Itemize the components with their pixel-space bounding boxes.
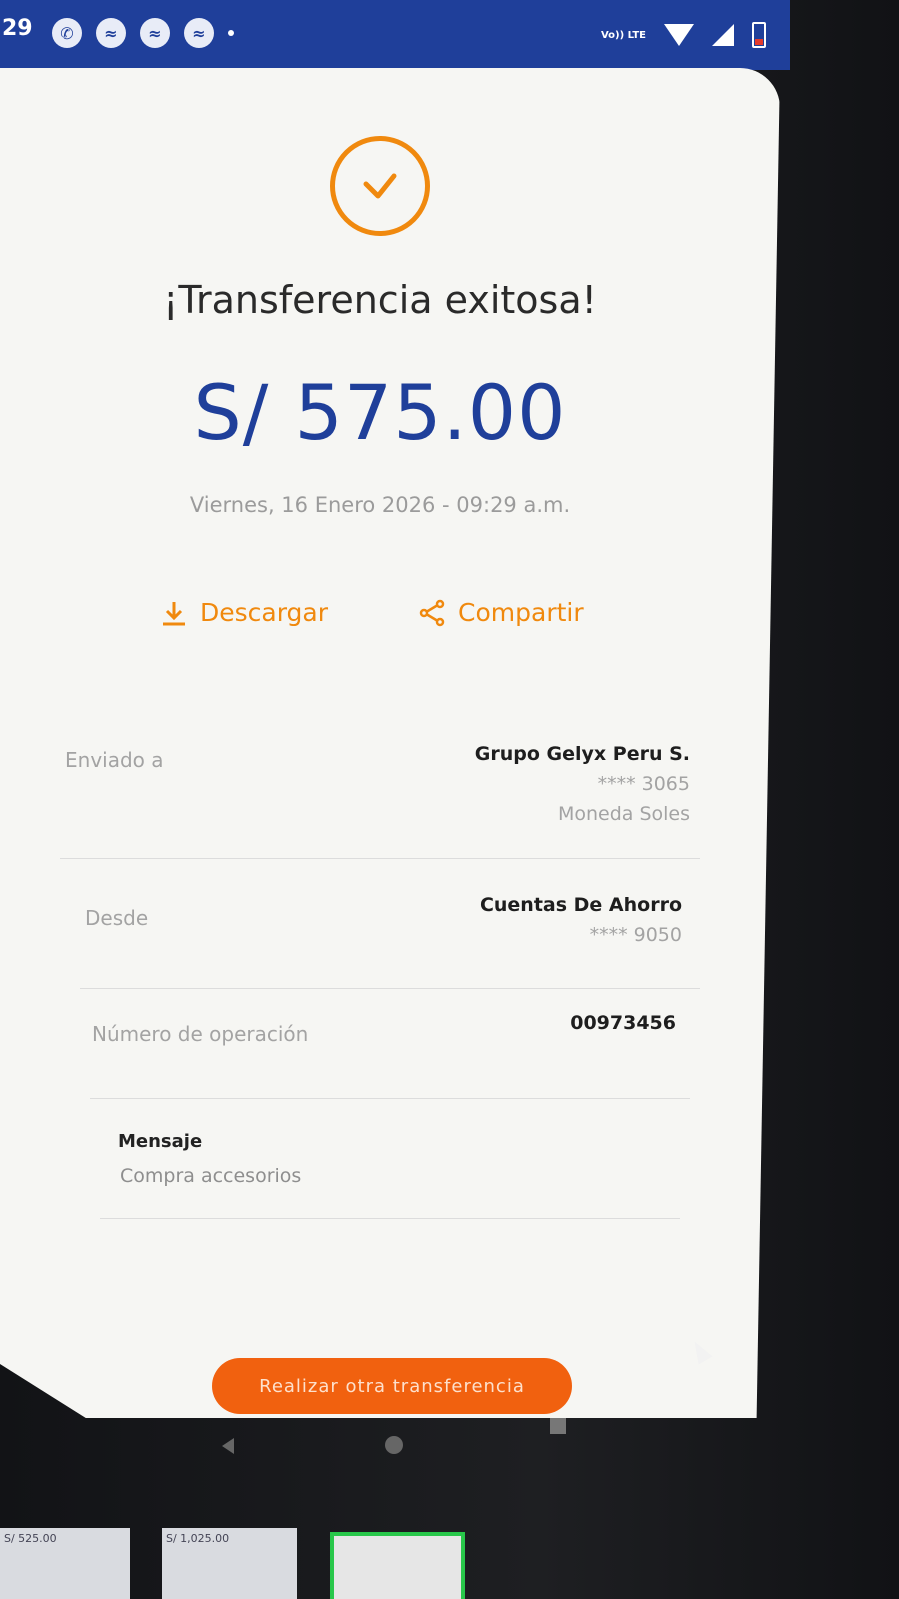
- from-account-type: Cuentas De Ahorro: [479, 894, 682, 916]
- from-values: Cuentas De Ahorro **** 9050: [480, 894, 682, 946]
- detail-from: Desde Cuentas De Ahorro **** 9050: [80, 868, 700, 989]
- photo-frame: 29 ✆ ≈ ≈ ≈ Vo)) LTE ¡Transferencia exito…: [0, 0, 899, 1599]
- thumbnail-item-selected[interactable]: [330, 1532, 465, 1599]
- sent-to-label: Enviado a: [65, 748, 164, 772]
- sent-to-values: Grupo Gelyx Peru S. **** 3065 Moneda Sol…: [475, 743, 690, 825]
- success-check-icon: [330, 136, 430, 236]
- thumbnail-caption: S/ 525.00: [4, 1532, 57, 1545]
- messenger-icon: ≈: [140, 18, 170, 48]
- thumbnail-caption: S/ 1,025.00: [166, 1532, 230, 1545]
- recipient-currency: Moneda Soles: [557, 803, 690, 825]
- share-icon: [419, 599, 445, 626]
- recipient-account: **** 3065: [597, 773, 690, 795]
- back-icon[interactable]: [222, 1438, 234, 1454]
- notification-icons: ✆ ≈ ≈ ≈: [52, 18, 234, 48]
- detail-sent-to: Enviado a Grupo Gelyx Peru S. **** 3065 …: [60, 728, 700, 859]
- download-label: Descargar: [200, 598, 329, 627]
- from-account: **** 9050: [589, 924, 682, 946]
- message-label: Mensaje: [118, 1131, 203, 1152]
- system-icons: Vo)) LTE: [601, 22, 766, 48]
- recipient-name: Grupo Gelyx Peru S.: [474, 743, 690, 765]
- wifi-icon: [664, 24, 694, 46]
- android-nav-bar: [0, 1418, 780, 1498]
- download-icon: [163, 601, 185, 625]
- thumbnail-strip: S/ 525.00 S/ 1,025.00: [0, 1518, 899, 1599]
- volte-icon: Vo)) LTE: [600, 29, 646, 41]
- signal-icon: [712, 24, 734, 46]
- from-label: Desde: [85, 906, 149, 930]
- operation-label: Número de operación: [92, 1022, 309, 1046]
- share-button[interactable]: Compartir: [418, 598, 584, 627]
- message-text: Compra accesorios: [120, 1165, 302, 1187]
- receipt-actions: Descargar Compartir: [160, 598, 584, 627]
- messenger-icon: ≈: [96, 18, 126, 48]
- receipt-screen: ¡Transferencia exitosa! S/ 575.00 Vierne…: [0, 68, 780, 1418]
- battery-icon: [752, 22, 766, 48]
- detail-operation: Número de operación 00973456: [90, 998, 690, 1099]
- operation-number: 00973456: [570, 1012, 676, 1034]
- download-button[interactable]: Descargar: [160, 598, 328, 627]
- page-title: ¡Transferencia exitosa!: [163, 278, 597, 322]
- transfer-amount: S/ 575.00: [193, 368, 567, 457]
- thumbnail-item[interactable]: S/ 525.00: [0, 1528, 130, 1599]
- status-time: 29: [2, 16, 33, 41]
- new-transfer-button[interactable]: Realizar otra transferencia: [212, 1358, 572, 1414]
- status-bar: 29 ✆ ≈ ≈ ≈ Vo)) LTE: [0, 0, 790, 70]
- share-label: Compartir: [458, 598, 584, 627]
- detail-message: Mensaje Compra accesorios: [100, 1113, 680, 1219]
- home-icon[interactable]: [385, 1436, 403, 1454]
- more-notifications-dot: [228, 30, 234, 36]
- whatsapp-icon: ✆: [52, 18, 82, 48]
- recent-apps-icon[interactable]: [550, 1418, 566, 1434]
- messenger-icon: ≈: [184, 18, 214, 48]
- thumbnail-item[interactable]: S/ 1,025.00: [162, 1528, 297, 1599]
- operation-values: 00973456: [570, 1012, 676, 1034]
- transfer-datetime: Viernes, 16 Enero 2026 - 09:29 a.m.: [189, 493, 571, 517]
